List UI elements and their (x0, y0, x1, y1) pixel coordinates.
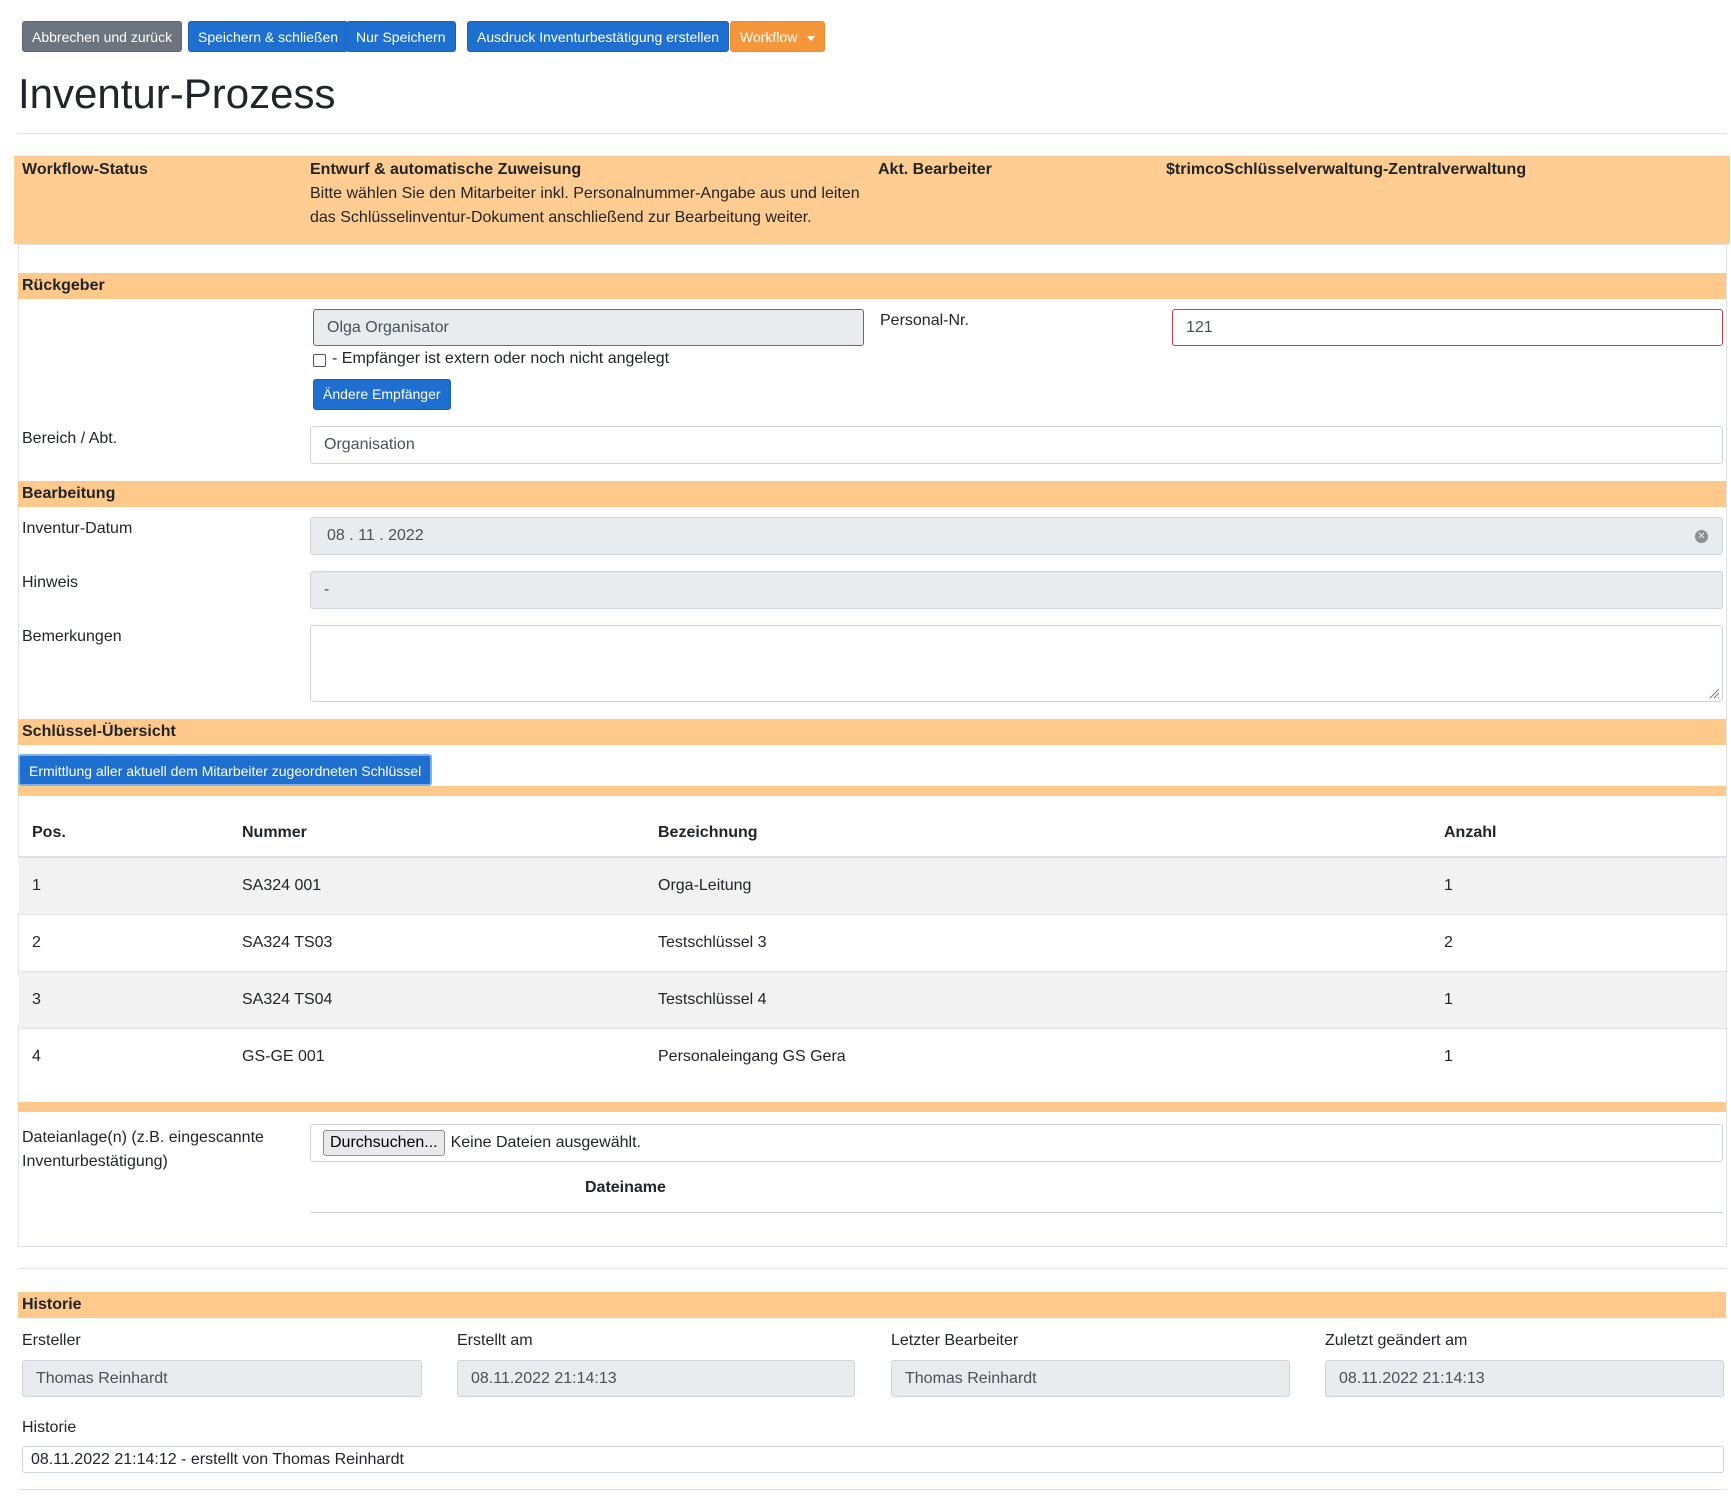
bemerkungen-textarea[interactable] (310, 625, 1723, 702)
erstellt-am-field: 08.11.2022 21:14:13 (457, 1360, 855, 1397)
letzter-bearbeiter-field: Thomas Reinhardt (891, 1360, 1290, 1397)
cell-pos: 1 (18, 856, 228, 914)
cell-nummer: GS-GE 001 (228, 1027, 644, 1085)
cell-anzahl: 2 (1430, 913, 1726, 971)
resize-handle-icon[interactable] (1708, 687, 1720, 699)
historie-label: Historie (22, 1419, 77, 1436)
form-frame (18, 244, 1727, 1247)
print-confirmation-button[interactable]: Ausdruck Inventurbestätigung erstellen (467, 21, 730, 52)
cell-bezeichnung: Personaleingang GS Gera (644, 1027, 1430, 1085)
bereich-label: Bereich / Abt. (22, 430, 118, 447)
keys-table: Pos. Nummer Bezeichnung Anzahl 1 SA324 0… (18, 809, 1726, 1085)
workflow-state-line1: Bitte wählen Sie den Mitarbeiter inkl. P… (310, 185, 860, 202)
cell-bezeichnung: Orga-Leitung (644, 856, 1430, 914)
cell-pos: 3 (18, 970, 228, 1028)
cell-nummer: SA324 001 (228, 856, 644, 914)
ersteller-field: Thomas Reinhardt (22, 1360, 422, 1397)
col-bezeichnung: Bezeichnung (644, 809, 1430, 858)
attachment-label-line1: Dateianlage(n) (z.B. eingescannte (22, 1129, 264, 1146)
workflow-label: Workflow (740, 29, 798, 45)
bereich-field[interactable]: Organisation (310, 426, 1723, 464)
cell-anzahl: 1 (1430, 1027, 1726, 1085)
cell-bezeichnung: Testschlüssel 3 (644, 913, 1430, 971)
cell-bezeichnung: Testschlüssel 4 (644, 970, 1430, 1028)
col-anzahl: Anzahl (1430, 809, 1726, 858)
employee-name-field[interactable]: Olga Organisator (313, 309, 864, 346)
ersteller-label: Ersteller (22, 1332, 81, 1349)
table-row: 1 SA324 001 Orga-Leitung 1 (18, 856, 1726, 914)
inventur-datum-label: Inventur-Datum (22, 520, 133, 537)
personal-nr-field[interactable]: 121 (1172, 309, 1723, 346)
change-recipient-button[interactable]: Ändere Empfänger (313, 379, 451, 410)
section-rueckgeber: Rückgeber (18, 273, 1726, 299)
table-row: 3 SA324 TS04 Testschlüssel 4 1 (18, 970, 1726, 1028)
fetch-keys-button[interactable]: Ermittlung aller aktuell dem Mitarbeiter… (18, 754, 433, 786)
workflow-state-title: Entwurf & automatische Zuweisung (310, 161, 582, 178)
external-recipient-label: - Empfänger ist extern oder noch nicht a… (332, 350, 670, 367)
save-close-button[interactable]: Speichern & schließen (188, 21, 349, 52)
table-row: 4 GS-GE 001 Personaleingang GS Gera 1 (18, 1027, 1726, 1085)
letzter-bearbeiter-label: Letzter Bearbeiter (891, 1332, 1019, 1349)
cell-anzahl: 1 (1430, 970, 1726, 1028)
browse-button[interactable]: Durchsuchen... (323, 1130, 445, 1156)
historie-log: 08.11.2022 21:14:12 - erstellt von Thoma… (22, 1446, 1724, 1473)
personal-nr-label: Personal-Nr. (880, 312, 969, 329)
erstellt-am-label: Erstellt am (457, 1332, 533, 1349)
history-divider (18, 1268, 1727, 1269)
caret-down-icon (807, 35, 816, 41)
title-divider (18, 133, 1727, 134)
section-divider-stripe (18, 786, 1726, 796)
save-only-button[interactable]: Nur Speichern (346, 21, 456, 52)
filename-column-header: Dateiname (585, 1179, 666, 1196)
cell-nummer: SA324 TS04 (228, 970, 644, 1028)
zuletzt-geaendert-field: 08.11.2022 21:14:13 (1325, 1360, 1724, 1397)
section-divider-stripe (18, 1102, 1726, 1112)
attachment-label: Dateianlage(n) (z.B. eingescannte Invent… (22, 1126, 264, 1174)
col-nummer: Nummer (228, 809, 644, 858)
inventur-datum-value: 08 . 11 . 2022 (327, 527, 424, 544)
inventur-datum-field[interactable]: 08 . 11 . 2022 ✕ (310, 517, 1723, 555)
zuletzt-geaendert-label: Zuletzt geändert am (1325, 1332, 1468, 1349)
cell-pos: 4 (18, 1027, 228, 1085)
section-schluessel: Schlüssel-Übersicht (18, 719, 1726, 745)
page-title: Inventur-Prozess (18, 70, 336, 117)
bottom-divider (18, 1489, 1727, 1490)
current-editor-value: $trimcoSchlüsselverwaltung-Zentralverwal… (1166, 161, 1527, 178)
workflow-dropdown-button[interactable]: Workflow (730, 21, 826, 52)
col-pos: Pos. (18, 809, 228, 858)
filename-divider (310, 1212, 1723, 1213)
hinweis-field: - (310, 571, 1723, 609)
cell-anzahl: 1 (1430, 856, 1726, 914)
workflow-status-bar: Workflow-Status Entwurf & automatische Z… (14, 156, 1730, 244)
table-row: 2 SA324 TS03 Testschlüssel 3 2 (18, 913, 1726, 971)
workflow-status-label: Workflow-Status (22, 161, 148, 178)
workflow-state-line2: das Schlüsselinventur-Dokument anschließ… (310, 209, 812, 226)
cell-nummer: SA324 TS03 (228, 913, 644, 971)
clear-date-icon[interactable]: ✕ (1695, 530, 1708, 543)
no-file-text: Keine Dateien ausgewählt. (450, 1134, 641, 1151)
attachment-label-line2: Inventurbestätigung) (22, 1153, 168, 1170)
hinweis-label: Hinweis (22, 574, 79, 591)
external-recipient-checkbox[interactable] (313, 354, 326, 367)
cancel-button[interactable]: Abbrechen und zurück (22, 21, 183, 52)
file-input[interactable]: Durchsuchen... Keine Dateien ausgewählt. (310, 1124, 1723, 1162)
bemerkungen-label: Bemerkungen (22, 628, 122, 645)
cell-pos: 2 (18, 913, 228, 971)
section-bearbeitung: Bearbeitung (18, 481, 1726, 507)
current-editor-label: Akt. Bearbeiter (878, 161, 992, 178)
section-historie: Historie (18, 1292, 1726, 1318)
